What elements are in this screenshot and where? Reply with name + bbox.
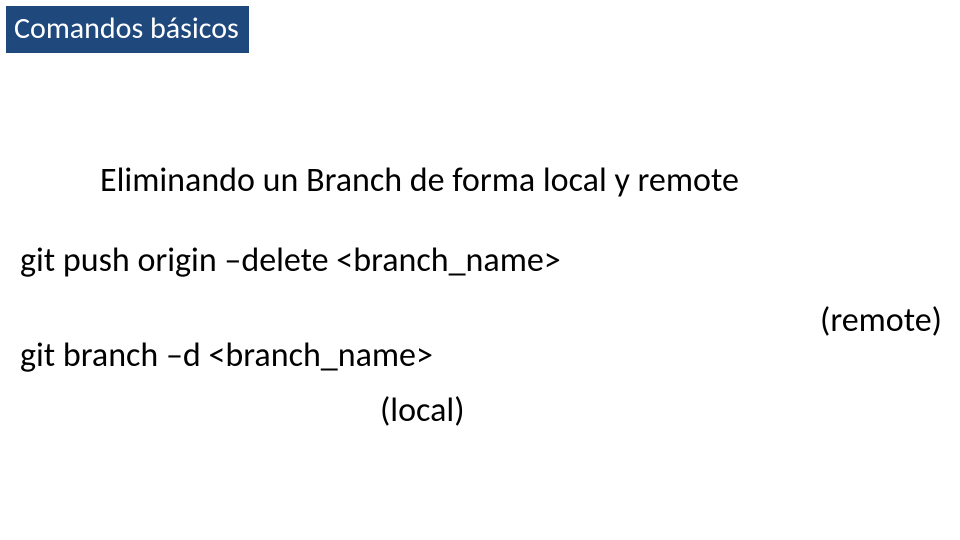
local-delete-command: git branch –d <branch_name>: [20, 335, 433, 376]
slide: Comandos básicos Eliminando un Branch de…: [0, 0, 960, 540]
remote-label: (remote): [820, 300, 942, 341]
remote-delete-command: git push origin –delete <branch_name>: [20, 240, 561, 281]
local-label: (local): [380, 390, 465, 431]
slide-subtitle: Eliminando un Branch de forma local y re…: [100, 160, 920, 201]
section-title-badge: Comandos básicos: [6, 6, 249, 53]
